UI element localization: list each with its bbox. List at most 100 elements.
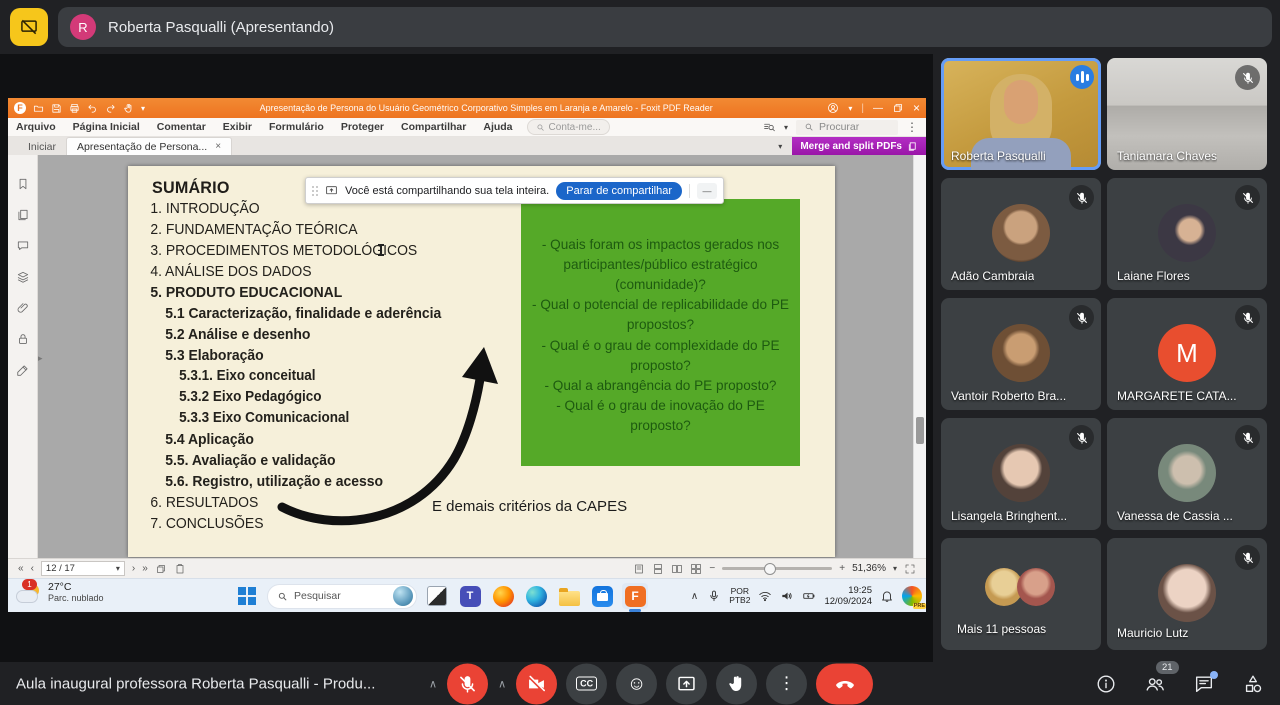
- reactions-button[interactable]: ☺: [616, 663, 657, 704]
- volume-icon[interactable]: [780, 589, 794, 603]
- attachment-panel-icon[interactable]: [16, 301, 30, 315]
- present-button[interactable]: [666, 663, 707, 704]
- account-icon[interactable]: [827, 102, 839, 114]
- participant-tile-margarete-cata[interactable]: MMARGARETE CATA...: [1107, 298, 1267, 410]
- camera-toggle-button[interactable]: [516, 663, 557, 704]
- participant-tile-roberta-pasqualli[interactable]: Roberta Pasqualli: [941, 58, 1101, 170]
- participant-tile-taniamara-chaves[interactable]: Taniamara Chaves: [1107, 58, 1267, 170]
- menu-comentar[interactable]: Comentar: [157, 121, 206, 133]
- leave-call-button[interactable]: [816, 663, 873, 704]
- save-icon[interactable]: [51, 103, 62, 114]
- continuous-view-icon[interactable]: [652, 563, 664, 575]
- print-icon[interactable]: [69, 103, 80, 114]
- fullscreen-icon[interactable]: [904, 563, 916, 575]
- wifi-icon[interactable]: [758, 589, 772, 603]
- participants-button[interactable]: 21: [1144, 673, 1166, 695]
- account-caret[interactable]: ▾: [848, 104, 852, 113]
- menu-arquivo[interactable]: Arquivo: [16, 121, 56, 133]
- menu-proteger[interactable]: Proteger: [341, 121, 384, 133]
- document-scrollbar[interactable]: [913, 155, 926, 558]
- scrollbar-thumb[interactable]: [916, 417, 924, 444]
- more-options-button[interactable]: ⋮: [766, 663, 807, 704]
- participant-tile-mauricio-lutz[interactable]: Mauricio Lutz: [1107, 538, 1267, 650]
- zoom-caret[interactable]: ▾: [893, 564, 897, 573]
- firefox-app-icon[interactable]: [490, 583, 516, 609]
- snapshot-icon[interactable]: [155, 563, 167, 575]
- edge-app-icon[interactable]: [523, 583, 549, 609]
- tab-apresenta-o-de-persona[interactable]: Apresentação de Persona...×: [66, 137, 232, 155]
- chat-button[interactable]: [1193, 673, 1215, 695]
- notifications-bell-icon[interactable]: [880, 589, 894, 603]
- next-page-button[interactable]: ›: [132, 563, 135, 574]
- file-explorer-icon[interactable]: [556, 583, 582, 609]
- microsoft-store-icon[interactable]: [589, 583, 615, 609]
- bookmark-panel-icon[interactable]: [16, 177, 30, 191]
- prev-page-button[interactable]: ‹: [31, 563, 34, 574]
- camera-options-chevron[interactable]: ∧: [497, 677, 507, 690]
- zoom-percentage[interactable]: 51,36%: [852, 563, 886, 574]
- menu-exibir[interactable]: Exibir: [223, 121, 252, 133]
- drag-handle[interactable]: [312, 186, 318, 196]
- battery-icon[interactable]: [802, 589, 816, 603]
- start-button[interactable]: [234, 583, 260, 609]
- security-panel-icon[interactable]: [16, 332, 30, 346]
- copilot-icon[interactable]: PRE: [902, 586, 922, 606]
- panel-expander-icon[interactable]: ▸: [38, 353, 43, 364]
- hide-share-bar-button[interactable]: —: [697, 183, 717, 199]
- tab-list-caret[interactable]: ▾: [778, 142, 782, 151]
- participant-tile-ad-o-cambraia[interactable]: Adão Cambraia: [941, 178, 1101, 290]
- continuous-facing-view-icon[interactable]: [690, 563, 702, 575]
- page-number-field[interactable]: 12 / 17 ▾: [41, 561, 125, 576]
- participant-tile-laiane-flores[interactable]: Laiane Flores: [1107, 178, 1267, 290]
- foxit-title-bar[interactable]: F ▾ Apresentação de Persona do Usuário G…: [8, 98, 926, 118]
- minimize-button[interactable]: —: [873, 103, 883, 114]
- advanced-search-icon[interactable]: [763, 121, 776, 134]
- tray-mic-icon[interactable]: [707, 589, 721, 603]
- zoom-slider[interactable]: [722, 567, 832, 570]
- taskbar-search[interactable]: Pesquisar: [267, 584, 417, 609]
- advanced-search-caret[interactable]: ▾: [784, 123, 788, 132]
- hand-tool-icon[interactable]: [123, 103, 134, 114]
- menu-p-gina-inicial[interactable]: Página Inicial: [73, 121, 140, 133]
- zoom-slider-knob[interactable]: [764, 563, 776, 575]
- close-button[interactable]: ×: [913, 101, 920, 115]
- clock[interactable]: 19:25 12/09/2024: [824, 585, 872, 607]
- search-input[interactable]: Procurar: [796, 120, 898, 135]
- layers-panel-icon[interactable]: [16, 270, 30, 284]
- tray-overflow-chevron[interactable]: ∧: [690, 591, 699, 602]
- mic-toggle-button[interactable]: [447, 663, 488, 704]
- task-view-button[interactable]: [424, 583, 450, 609]
- single-page-view-icon[interactable]: [633, 563, 645, 575]
- captions-button[interactable]: CC: [566, 663, 607, 704]
- teams-app-icon[interactable]: T: [457, 583, 483, 609]
- tab-close-icon[interactable]: ×: [215, 141, 221, 152]
- pages-panel-icon[interactable]: [16, 208, 30, 222]
- stop-sharing-button[interactable]: Parar de compartilhar: [556, 182, 682, 200]
- comments-panel-icon[interactable]: [16, 239, 30, 253]
- weather-widget[interactable]: 1 27°C Parc. nublado: [16, 582, 104, 604]
- zoom-in-button[interactable]: +: [839, 563, 845, 574]
- language-indicator[interactable]: POR PTB2: [729, 587, 750, 605]
- tab-iniciar[interactable]: Iniciar: [18, 138, 66, 155]
- restore-button[interactable]: [892, 102, 904, 114]
- last-page-button[interactable]: »: [142, 563, 148, 574]
- presenting-indicator-icon[interactable]: [10, 8, 48, 46]
- presenter-spotlight-pill[interactable]: R Roberta Pasqualli (Apresentando): [58, 7, 1272, 47]
- first-page-button[interactable]: «: [18, 563, 24, 574]
- tell-me-search[interactable]: Conta-me...: [527, 119, 610, 135]
- signature-panel-icon[interactable]: [16, 363, 30, 377]
- redo-icon[interactable]: [105, 103, 116, 114]
- more-tools-icon[interactable]: ⋮: [906, 120, 918, 134]
- activities-button[interactable]: [1242, 673, 1264, 695]
- qat-caret[interactable]: ▾: [141, 104, 145, 113]
- participant-tile-vantoir-roberto-bra[interactable]: Vantoir Roberto Bra...: [941, 298, 1101, 410]
- mic-options-chevron[interactable]: ∧: [428, 677, 438, 690]
- foxit-app-icon[interactable]: F: [622, 583, 648, 609]
- menu-ajuda[interactable]: Ajuda: [483, 121, 512, 133]
- raise-hand-button[interactable]: [716, 663, 757, 704]
- participant-tile-lisangela-bringhent[interactable]: Lisangela Bringhent...: [941, 418, 1101, 530]
- open-file-icon[interactable]: [33, 103, 44, 114]
- participant-tile-mais-11-pessoas[interactable]: Mais 11 pessoas: [941, 538, 1101, 650]
- facing-view-icon[interactable]: [671, 563, 683, 575]
- meeting-details-button[interactable]: [1095, 673, 1117, 695]
